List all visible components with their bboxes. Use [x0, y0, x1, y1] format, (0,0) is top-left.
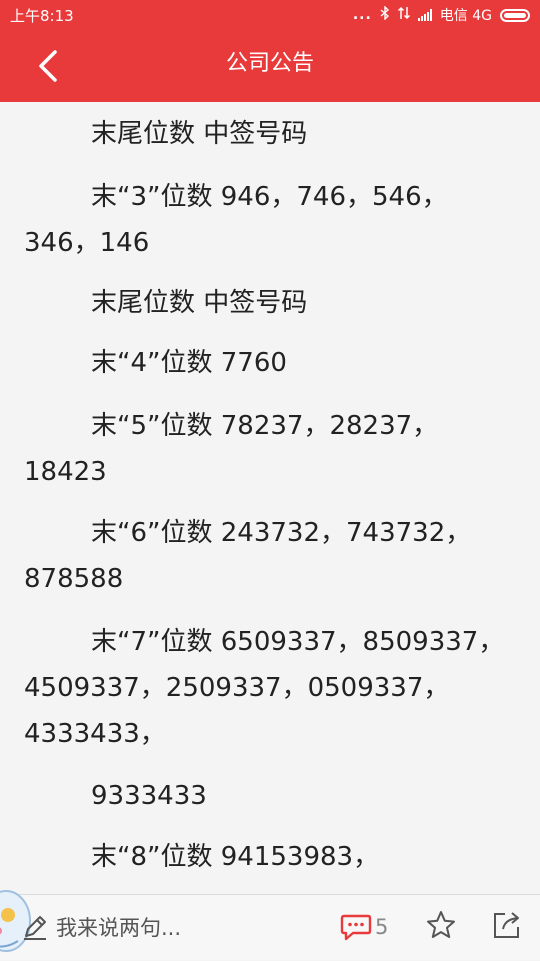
comment-bubble-icon [340, 914, 372, 941]
article-paragraph: 末“4”位数 7760 [91, 348, 287, 378]
comment-placeholder: 我来说两句... [56, 916, 182, 940]
bottom-action-bar: 我来说两句... 5 [0, 890, 540, 960]
page-title: 公司公告 [225, 51, 314, 76]
article-paragraph: 末尾位数 中签号码 [91, 288, 308, 318]
article-paragraph: 9333433 [91, 781, 207, 811]
article-paragraph: 末“6”位数 243732，743732，878588 [24, 518, 472, 594]
bluetooth-icon [380, 5, 390, 24]
status-time: 上午8:13 [10, 6, 74, 25]
data-transfer-icon [397, 6, 410, 24]
star-icon [427, 911, 455, 938]
share-button[interactable] [491, 909, 523, 945]
status-icons: ... 电信 4G [353, 5, 530, 25]
article-content: 末尾位数 中签号码 末“3”位数 946，746，546，346，146 末尾位… [0, 102, 540, 894]
favorite-button[interactable] [425, 909, 457, 945]
share-icon [494, 912, 519, 938]
notification-dots: ... [352, 7, 372, 23]
article-paragraph: 末“5”位数 78237，28237，18423 [24, 411, 439, 487]
comments-button[interactable]: 5 [340, 909, 388, 945]
battery-icon [500, 8, 530, 22]
article-paragraph: 末“7”位数 6509337，8509337，4509337，2509337，0… [24, 627, 505, 749]
comment-input[interactable]: 我来说两句... [22, 905, 322, 949]
article-paragraph: 末“8”位数 94153983， [91, 842, 380, 872]
article-paragraph: 末尾位数 中签号码 [91, 119, 308, 149]
comment-count: 5 [375, 915, 389, 939]
status-bar: 上午8:13 ... 电信 4G [0, 0, 540, 30]
article-paragraph: 末“3”位数 946，746，546，346，146 [24, 182, 448, 258]
title-bar: 公司公告 [0, 30, 540, 102]
pencil-icon [24, 916, 46, 940]
carrier-label: 电信 4G [439, 8, 492, 24]
signal-icon [417, 9, 432, 21]
